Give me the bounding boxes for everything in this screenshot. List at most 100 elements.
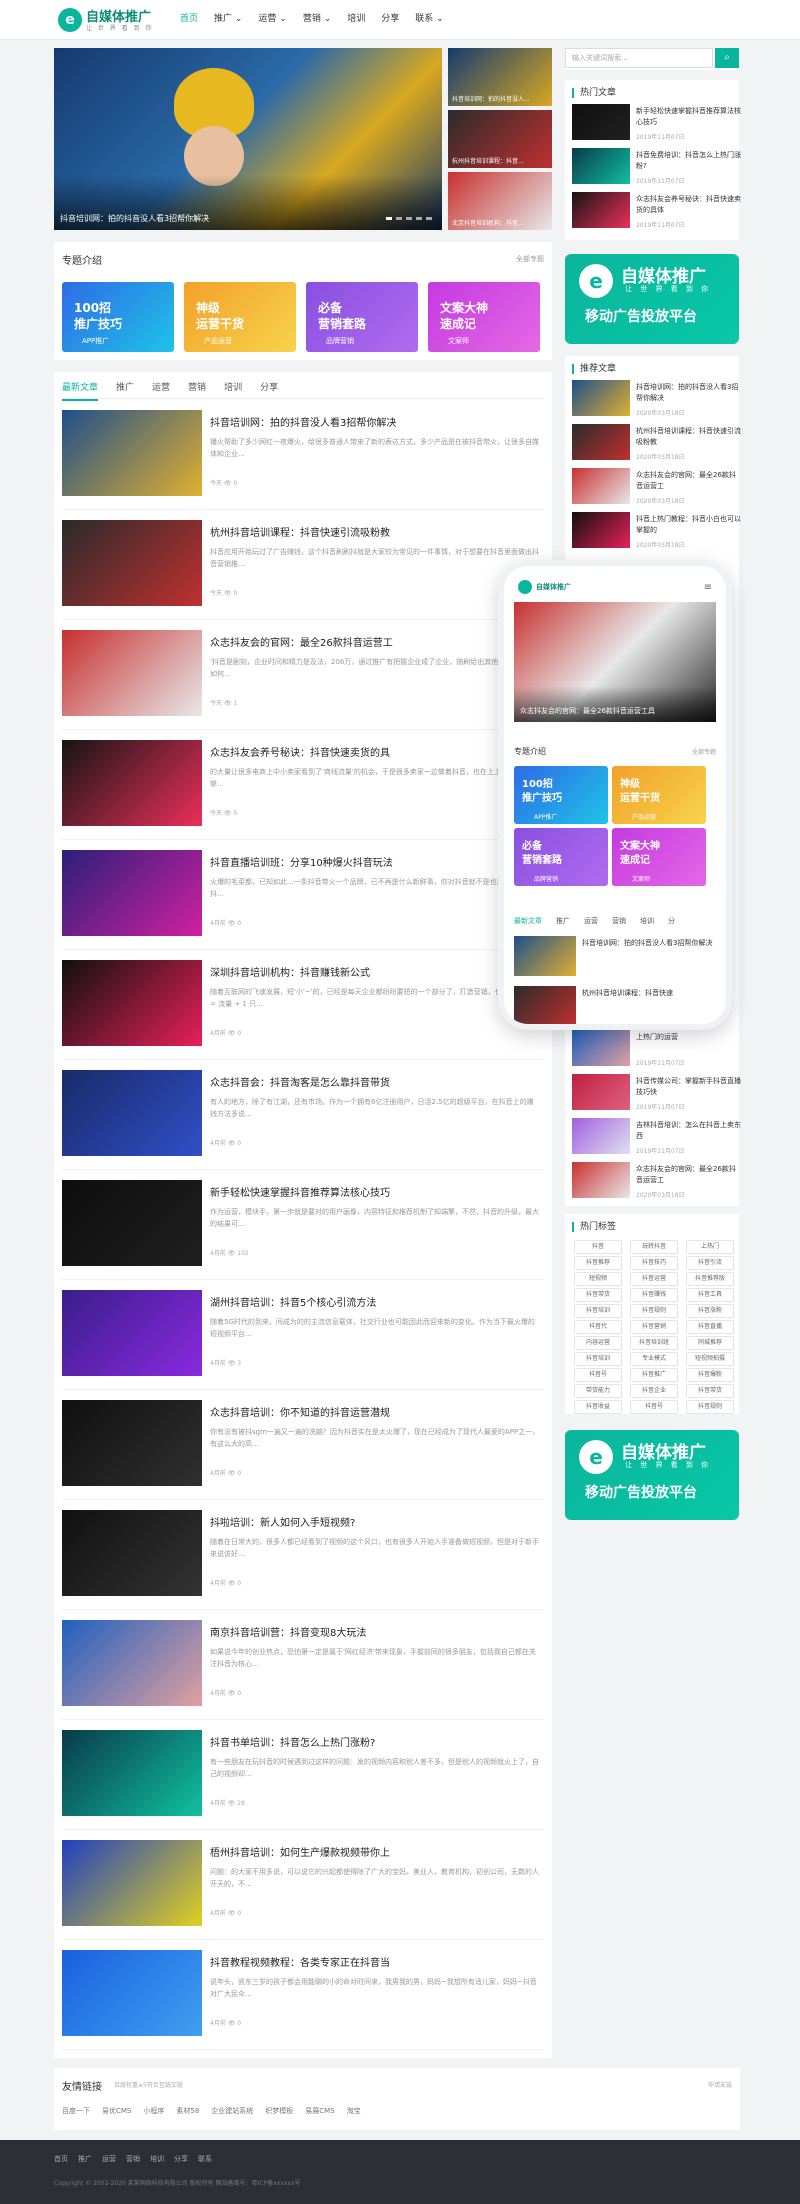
tag-item[interactable]: 抖音 xyxy=(574,1240,622,1254)
side-thumbnail[interactable] xyxy=(572,1118,630,1154)
side-title[interactable]: 抖音培训网：拍的抖音没人看3招帮你解决 xyxy=(636,382,742,404)
phone-article-title[interactable]: 抖音培训网：拍的抖音没人看3招帮你解决 xyxy=(582,938,716,949)
side-article[interactable]: 杭州抖音培训课程：抖音快速引流吸粉教 2020年03月18日 xyxy=(572,424,742,464)
tag-item[interactable]: 短视频 xyxy=(574,1272,622,1286)
article-thumbnail[interactable] xyxy=(62,1400,202,1486)
phone-tab[interactable]: 营销 xyxy=(612,916,626,926)
article-item[interactable]: 湖州抖音培训：抖音5个核心引流方法 随着5G时代的到来，间成为的的主流信息载体，社… xyxy=(62,1280,544,1390)
phone-article[interactable]: 抖音培训网：拍的抖音没人看3招帮你解决 xyxy=(514,936,716,980)
phone-topics-more[interactable]: 全部专题 xyxy=(692,747,716,756)
side-article[interactable]: 抖音传媒公司：掌握新手抖音直播技巧快 2019年11月07日 xyxy=(572,1074,742,1114)
article-title[interactable]: 梧州抖音培训：如何生产爆款视频带你上 xyxy=(210,1844,390,1859)
article-thumbnail[interactable] xyxy=(62,1290,202,1376)
article-title[interactable]: 深圳抖音培训机构：抖音赚钱新公式 xyxy=(210,964,370,979)
article-title[interactable]: 湖州抖音培训：抖音5个核心引流方法 xyxy=(210,1294,376,1309)
footer-nav-item[interactable]: 首页 xyxy=(54,2155,68,2163)
tag-item[interactable]: 抖音推广 xyxy=(630,1368,678,1382)
article-thumbnail[interactable] xyxy=(62,1950,202,2036)
article-thumbnail[interactable] xyxy=(62,1510,202,1596)
side-thumbnail[interactable] xyxy=(572,1074,630,1110)
side-thumbnail[interactable] xyxy=(572,1030,630,1066)
article-item[interactable]: 梧州抖音培训：如何生产爆款视频带你上 问题：的大家不用多说，可以说它的兴起都使得除… xyxy=(62,1830,544,1940)
phone-tab[interactable]: 推广 xyxy=(556,916,570,926)
article-title[interactable]: 抖啦培训：新人如何入手短视频? xyxy=(210,1514,355,1529)
nav-item[interactable]: 运营 ⌄ xyxy=(250,0,294,40)
article-title[interactable]: 众志抖音培训：你不知道的抖音运营潜规 xyxy=(210,1404,390,1419)
article-item[interactable]: 南京抖音培训营：抖音变现8大玩法 如果说今年的创业热点，恐怕第一定是属于'网红经济… xyxy=(62,1610,544,1720)
phone-tab[interactable]: 分 xyxy=(668,916,675,926)
article-title[interactable]: 杭州抖音培训课程：抖音快速引流吸粉教 xyxy=(210,524,390,539)
nav-item[interactable]: 推广 ⌄ xyxy=(206,0,250,40)
article-thumbnail[interactable] xyxy=(62,850,202,936)
side-title[interactable]: 抖音免费培训：抖音怎么上热门涨粉? xyxy=(636,150,742,172)
side-article[interactable]: 众志抖友会的官网：最全26款抖音运营工 2020年03月18日 xyxy=(572,1162,742,1202)
side-title[interactable]: 众志抖友会养号秘诀：抖音快速卖货的具体 xyxy=(636,194,742,216)
side-article[interactable]: 抖音培训网：拍的抖音没人看3招帮你解决 2020年03月18日 xyxy=(572,380,742,420)
phone-topic-card[interactable]: 神级 运营干货 产品运营 xyxy=(612,766,706,824)
side-thumbnail[interactable] xyxy=(572,192,630,228)
side-article[interactable]: 众志抖友会的官网：最全26款抖音运营工 2020年03月18日 xyxy=(572,468,742,508)
side-thumbnail[interactable] xyxy=(572,1162,630,1198)
tag-item[interactable]: 短视频拍摄 xyxy=(686,1352,734,1366)
topic-card[interactable]: 文案大神 速成记 文案师 xyxy=(428,282,540,352)
friend-link[interactable]: 百度一下 xyxy=(62,2106,90,2116)
footer-nav-item[interactable]: 分享 xyxy=(174,2155,188,2163)
side-article[interactable]: 抖音上热门教程：抖音小白也可以掌握的 2020年03月18日 xyxy=(572,512,742,552)
apply-link[interactable]: 申请友链 xyxy=(708,2080,732,2089)
article-title[interactable]: 抖音培训网：拍的抖音没人看3招帮你解决 xyxy=(210,414,396,429)
article-thumbnail[interactable] xyxy=(62,1180,202,1266)
tag-item[interactable]: 抖音代 xyxy=(574,1320,622,1334)
tag-item[interactable]: 抖音赚钱 xyxy=(630,1288,678,1302)
footer-nav-item[interactable]: 推广 xyxy=(78,2155,92,2163)
nav-item[interactable]: 联系 ⌄ xyxy=(407,0,451,40)
tag-item[interactable]: 抖音带货 xyxy=(574,1288,622,1302)
article-thumbnail[interactable] xyxy=(62,630,202,716)
side-article[interactable]: 新手轻松快速掌握抖音推荐算法核心技巧 2019年11月07日 xyxy=(572,104,742,144)
tag-item[interactable]: 抖音培训 xyxy=(574,1304,622,1318)
friend-link[interactable]: 素材58 xyxy=(176,2106,199,2116)
side-title[interactable]: 众志抖友会的官网：最全26款抖音运营工 xyxy=(636,1164,742,1186)
tag-item[interactable]: 抖音培训班 xyxy=(630,1336,678,1350)
tag-item[interactable]: 抖音规则 xyxy=(686,1400,734,1414)
tag-item[interactable]: 玩转抖音 xyxy=(630,1240,678,1254)
side-article[interactable]: 众志抖友会养号秘诀：抖音快速卖货的具体 2019年11月07日 xyxy=(572,192,742,232)
tag-item[interactable]: 抖音引流 xyxy=(686,1256,734,1270)
article-thumbnail[interactable] xyxy=(62,410,202,496)
tag-item[interactable]: 抖音直播 xyxy=(686,1320,734,1334)
phone-tab[interactable]: 最新文章 xyxy=(514,916,542,926)
article-item[interactable]: 抖啦培训：新人如何入手短视频? 随着在日常大的，很多人都已经看到了视频的这个风口，… xyxy=(62,1500,544,1610)
article-item[interactable]: 深圳抖音培训机构：抖音赚钱新公式 随着互联网的飞速发展，短'小'~'的，已经是每天… xyxy=(62,950,544,1060)
article-item[interactable]: 抖音培训网：拍的抖音没人看3招帮你解决 播火帮助了多少网红一夜爆火，给很多普通人带… xyxy=(62,400,544,510)
tag-item[interactable]: 抖音工具 xyxy=(686,1288,734,1302)
topic-card[interactable]: 必备 营销套路 品牌营销 xyxy=(306,282,418,352)
topics-more-link[interactable]: 全部专题 xyxy=(516,254,544,264)
friend-link[interactable]: 小程序 xyxy=(143,2106,164,2116)
nav-item[interactable]: 分享 xyxy=(373,0,407,40)
footer-nav-item[interactable]: 联系 xyxy=(198,2155,212,2163)
side-title[interactable]: 众志抖友会的官网：最全26款抖音运营工 xyxy=(636,470,742,492)
tag-item[interactable]: 抖音爆粉 xyxy=(686,1368,734,1382)
footer-nav-item[interactable]: 运营 xyxy=(102,2155,116,2163)
tag-item[interactable]: 抖音技巧 xyxy=(630,1256,678,1270)
phone-article-title[interactable]: 杭州抖音培训课程：抖音快速 xyxy=(582,988,716,999)
article-thumbnail[interactable] xyxy=(62,740,202,826)
side-thumbnail[interactable] xyxy=(572,380,630,416)
side-slide-2[interactable]: 杭州抖音培训课程：抖音... xyxy=(448,110,552,168)
side-thumbnail[interactable] xyxy=(572,468,630,504)
article-title[interactable]: 抖音直播培训班：分享10种爆火抖音玩法 xyxy=(210,854,393,869)
side-slide-1[interactable]: 抖音培训网：拍的抖音没人... xyxy=(448,48,552,106)
phone-article[interactable]: 杭州抖音培训课程：抖音快速 xyxy=(514,986,716,1024)
search-button[interactable]: ⌕ xyxy=(715,48,739,68)
menu-icon[interactable]: ≡ xyxy=(704,582,712,593)
nav-item[interactable]: 营销 ⌄ xyxy=(295,0,339,40)
site-logo[interactable]: e 自媒体推广 让 世 界 看 到 你 xyxy=(58,6,178,34)
tag-item[interactable]: 同城推荐 xyxy=(686,1336,734,1350)
main-slide[interactable]: 抖音培训网：拍的抖音没人看3招帮你解决 xyxy=(54,48,442,230)
article-title[interactable]: 众志抖友会养号秘诀：抖音快速卖货的具 xyxy=(210,744,390,759)
article-item[interactable]: 抖音教程视频教程：各类专家正在抖音当 说年头，凯东三岁的孩子都会用能聊的小的命对时… xyxy=(62,1940,544,2050)
side-title[interactable]: 新手轻松快速掌握抖音推荐算法核心技巧 xyxy=(636,106,742,128)
article-item[interactable]: 杭州抖音培训课程：抖音快速引流吸粉教 抖音应用开始玩过了广告赚钱，这个抖音刷刷抖就… xyxy=(62,510,544,620)
article-thumbnail[interactable] xyxy=(62,1730,202,1816)
friend-link[interactable]: 易展CMS xyxy=(305,2106,334,2116)
article-thumbnail[interactable] xyxy=(62,1070,202,1156)
